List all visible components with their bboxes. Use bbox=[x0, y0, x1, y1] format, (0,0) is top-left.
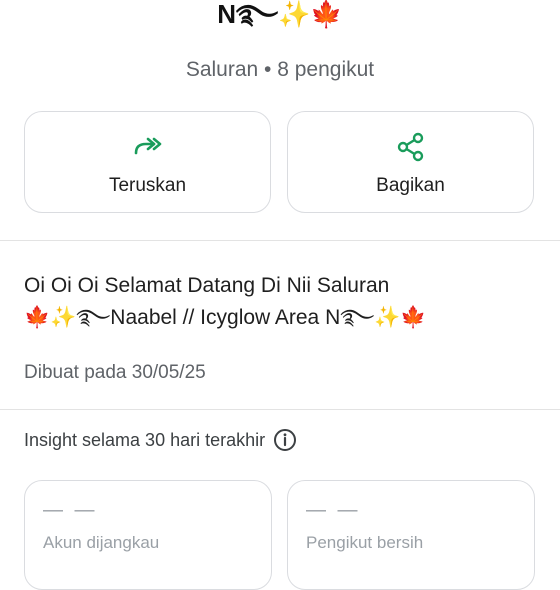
metric-label: Pengikut bersih bbox=[306, 533, 424, 552]
share-label: Bagikan bbox=[376, 175, 445, 196]
insight-title: Insight selama 30 hari terakhir bbox=[24, 429, 266, 450]
info-icon[interactable] bbox=[273, 428, 297, 452]
forward-label: Teruskan bbox=[108, 175, 187, 196]
share-icon bbox=[395, 131, 427, 163]
created-date: Dibuat pada 30/05/25 bbox=[24, 362, 206, 383]
metric-card-reached-accounts[interactable]: — — Akun dijangkau bbox=[24, 480, 272, 590]
metric-value: — — bbox=[43, 499, 98, 521]
section-divider bbox=[0, 240, 560, 241]
channel-description: Oi Oi Oi Selamat Datang Di Nii Saluran 🍁… bbox=[24, 270, 536, 334]
section-divider bbox=[0, 409, 560, 410]
channel-name: N࿐✨🍁 bbox=[217, 0, 343, 29]
metric-value: — — bbox=[306, 499, 361, 521]
forward-button[interactable]: Teruskan bbox=[24, 111, 271, 213]
metric-label: Akun dijangkau bbox=[43, 533, 160, 552]
description-line-2: 🍁✨࿐Naabel // Icyglow Area N࿐✨🍁 bbox=[24, 306, 427, 329]
metric-card-net-followers[interactable]: — — Pengikut bersih bbox=[287, 480, 535, 590]
insight-header: Insight selama 30 hari terakhir bbox=[24, 428, 297, 452]
share-button[interactable]: Bagikan bbox=[287, 111, 534, 213]
channel-subtitle: Saluran • 8 pengikut bbox=[185, 58, 375, 81]
forward-icon bbox=[132, 131, 164, 163]
description-line-1: Oi Oi Oi Selamat Datang Di Nii Saluran bbox=[24, 274, 390, 297]
